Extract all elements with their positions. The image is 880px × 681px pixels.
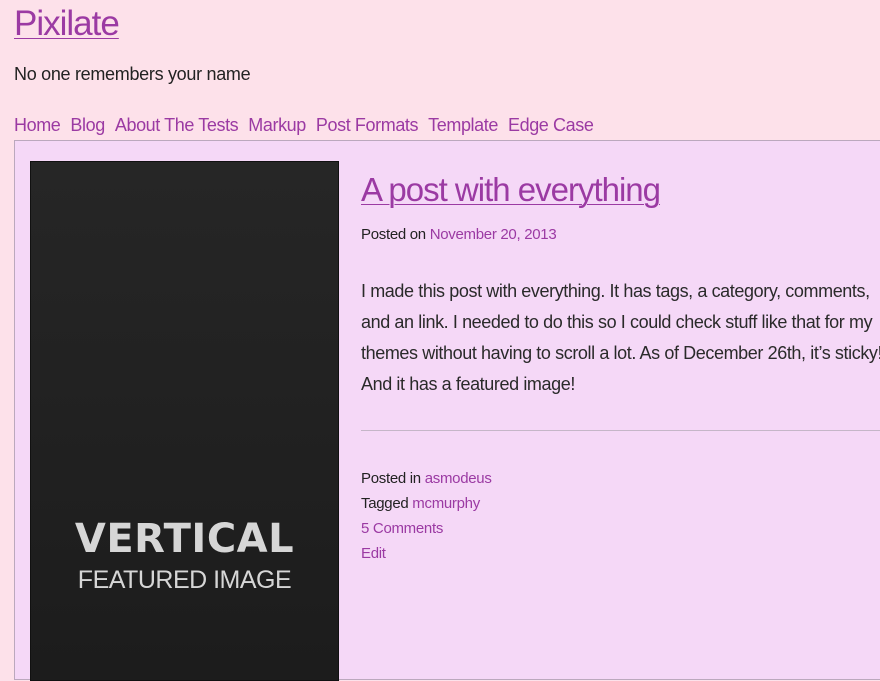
nav-item-template[interactable]: Template [428, 113, 498, 137]
post-meta: Posted on November 20, 2013 [361, 226, 557, 244]
comments-row: 5 Comments [361, 516, 492, 541]
category-link[interactable]: asmodeus [425, 470, 492, 487]
comments-link[interactable]: 5 Comments [361, 520, 443, 537]
nav-item-markup[interactable]: Markup [248, 113, 306, 137]
posted-in-label: Posted in [361, 470, 421, 487]
nav-item-post-formats[interactable]: Post Formats [316, 113, 419, 137]
nav-item-about-the-tests[interactable]: About The Tests [115, 113, 239, 137]
tagged-row: Tagged mcmurphy [361, 491, 492, 516]
nav-item-blog[interactable]: Blog [70, 113, 105, 137]
tag-link[interactable]: mcmurphy [412, 495, 480, 512]
nav-item-home[interactable]: Home [14, 113, 61, 137]
post-footer: Posted in asmodeus Tagged mcmurphy 5 Com… [361, 466, 492, 566]
post-date-link[interactable]: November 20, 2013 [430, 226, 557, 243]
featured-image[interactable]: VERTICAL FEATURED IMAGE [30, 161, 339, 681]
site-title-link[interactable]: Pixilate [14, 4, 120, 44]
edit-row: Edit [361, 541, 492, 566]
site-tagline: No one remembers your name [14, 64, 251, 84]
content-divider [361, 430, 880, 431]
featured-image-line1: VERTICAL [74, 516, 295, 562]
main-navigation: Home Blog About The Tests Markup Post Fo… [14, 113, 594, 137]
edit-link[interactable]: Edit [361, 545, 386, 562]
tagged-label: Tagged [361, 495, 409, 512]
post-body-text: I made this post with everything. It has… [361, 281, 880, 394]
posted-on-label: Posted on [361, 226, 426, 243]
featured-image-line2: FEATURED IMAGE [77, 566, 292, 594]
posted-in-row: Posted in asmodeus [361, 466, 492, 491]
post-content: I made this post with everything. It has… [361, 276, 880, 400]
post-title-link[interactable]: A post with everything [361, 170, 661, 210]
nav-item-edge-case[interactable]: Edge Case [508, 113, 594, 137]
